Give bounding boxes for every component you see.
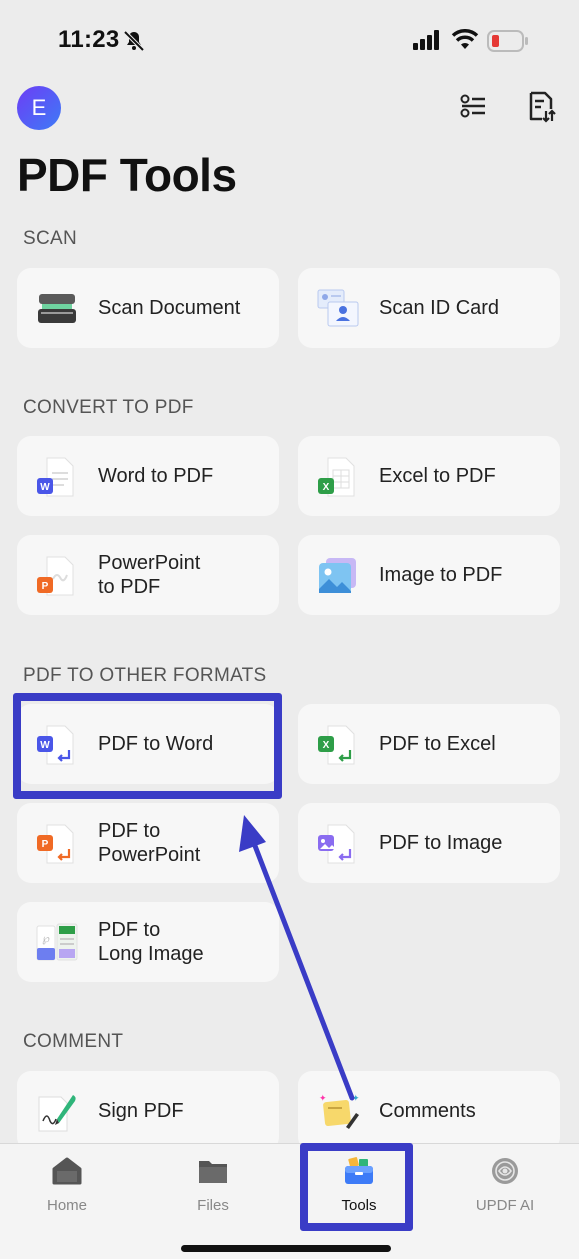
avatar[interactable]: E <box>17 86 61 130</box>
folder-icon <box>199 1161 227 1183</box>
comments-card[interactable]: ✦ ✦ Comments <box>298 1071 560 1151</box>
pdf-to-word-highlight <box>13 693 282 799</box>
powerpoint-doc-icon: P <box>37 556 74 596</box>
home-indicator <box>181 1245 391 1252</box>
pdf-to-powerpoint-line-2: PowerPoint <box>98 844 201 866</box>
pdf-to-long-image-label: PDF to Long Image <box>98 918 204 966</box>
battery-icon <box>487 30 528 52</box>
tab-home[interactable]: Home <box>7 1156 127 1214</box>
pdf-to-powerpoint-label: PDF to PowerPoint <box>98 819 200 867</box>
pdf-to-long-image-icon: ℘ <box>36 923 78 961</box>
comments-label: Comments <box>379 1100 476 1122</box>
scan-document-label: Scan Document <box>98 297 241 319</box>
tab-bar: Home Files Tools UPDF AI <box>0 1143 579 1259</box>
powerpoint-to-pdf-line-2: to PDF <box>98 576 161 598</box>
sort-files-icon[interactable] <box>527 90 557 124</box>
section-title-comment: COMMENT <box>23 1031 124 1052</box>
svg-text:W: W <box>40 482 50 493</box>
svg-text:X: X <box>323 740 330 751</box>
sign-pdf-card[interactable]: Sign PDF <box>17 1071 279 1151</box>
word-doc-icon: W <box>37 457 74 497</box>
word-to-pdf-card[interactable]: W Word to PDF <box>17 436 279 516</box>
pdf-to-long-image-line-1: PDF to <box>98 919 161 941</box>
scan-document-card[interactable]: Scan Document <box>17 268 279 348</box>
pdf-to-powerpoint-icon: P <box>37 824 74 864</box>
powerpoint-to-pdf-label: PowerPoint to PDF <box>98 551 200 599</box>
list-view-icon[interactable] <box>459 92 487 120</box>
tab-home-label: Home <box>46 1197 87 1214</box>
pdf-to-excel-card[interactable]: X PDF to Excel <box>298 704 560 784</box>
image-to-pdf-label: Image to PDF <box>379 564 503 586</box>
svg-text:✦: ✦ <box>352 1094 360 1104</box>
image-doc-icon <box>319 558 356 593</box>
home-icon <box>52 1157 82 1185</box>
pdf-to-powerpoint-line-1: PDF to <box>98 820 161 842</box>
image-to-pdf-card[interactable]: Image to PDF <box>298 535 560 615</box>
pdf-to-image-icon <box>318 824 355 864</box>
pdf-to-image-card[interactable]: PDF to Image <box>298 803 560 883</box>
tools-tab-highlight <box>300 1143 413 1231</box>
signal-icon <box>413 30 439 50</box>
wifi-icon <box>451 29 479 49</box>
tab-updf-ai[interactable]: UPDF AI <box>445 1156 565 1214</box>
pdf-to-excel-label: PDF to Excel <box>379 733 496 755</box>
page-title: PDF Tools <box>17 149 237 201</box>
pdf-to-image-label: PDF to Image <box>379 832 503 854</box>
scan-id-card-label: Scan ID Card <box>379 297 500 319</box>
powerpoint-to-pdf-card[interactable]: P PowerPoint to PDF <box>17 535 279 615</box>
section-title-convert-to-pdf: CONVERT TO PDF <box>23 397 194 418</box>
svg-text:P: P <box>42 581 49 592</box>
tab-updf-ai-label: UPDF AI <box>475 1197 535 1214</box>
section-title-scan: SCAN <box>23 228 77 249</box>
svg-text:℘: ℘ <box>42 933 50 945</box>
powerpoint-to-pdf-line-1: PowerPoint <box>98 552 201 574</box>
section-title-pdf-to-other-formats: PDF TO OTHER FORMATS <box>23 665 267 686</box>
svg-text:P: P <box>42 839 49 850</box>
id-card-icon <box>317 289 359 327</box>
sign-pdf-label: Sign PDF <box>98 1100 184 1122</box>
ai-orb-icon <box>492 1158 518 1184</box>
excel-to-pdf-label: Excel to PDF <box>379 465 496 487</box>
scanner-icon <box>38 294 76 323</box>
sign-pen-icon <box>38 1095 76 1132</box>
scan-id-card-card[interactable]: Scan ID Card <box>298 268 560 348</box>
pdf-to-excel-icon: X <box>318 725 355 765</box>
status-bar: 11:23 <box>0 0 579 80</box>
tab-files[interactable]: Files <box>153 1156 273 1214</box>
sticky-note-icon: ✦ ✦ <box>319 1094 360 1129</box>
word-to-pdf-label: Word to PDF <box>98 465 214 487</box>
tab-files-label: Files <box>197 1197 229 1214</box>
pdf-to-long-image-line-2: Long Image <box>98 943 204 965</box>
excel-to-pdf-card[interactable]: X Excel to PDF <box>298 436 560 516</box>
status-time: 11:23 <box>58 26 120 53</box>
svg-text:X: X <box>323 482 330 493</box>
excel-doc-icon: X <box>318 457 355 497</box>
pdf-to-long-image-card[interactable]: ℘ PDF to Long Image <box>17 902 279 982</box>
pdf-to-powerpoint-card[interactable]: P PDF to PowerPoint <box>17 803 279 883</box>
bell-off-icon <box>123 30 145 52</box>
